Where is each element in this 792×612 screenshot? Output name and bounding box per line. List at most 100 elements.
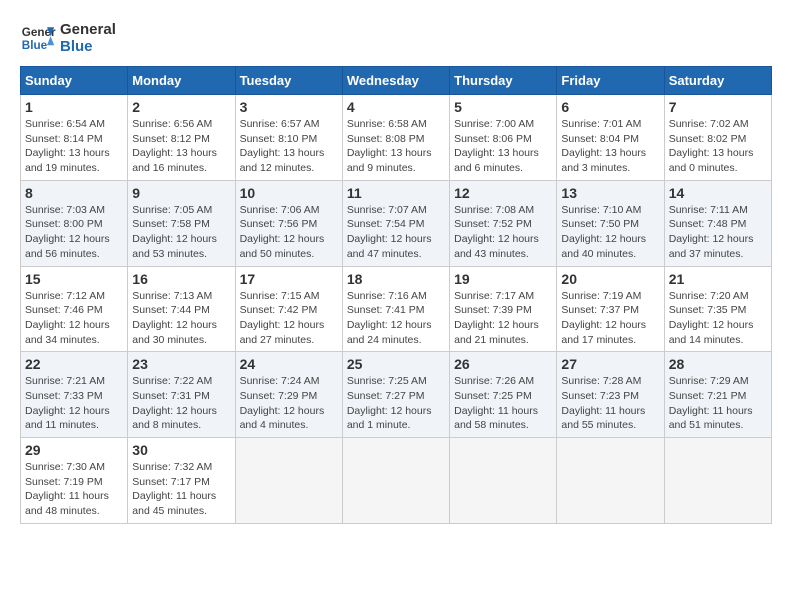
day-info: Sunrise: 7:19 AMSunset: 7:37 PMDaylight:… [561, 289, 659, 348]
day-number: 10 [240, 185, 338, 201]
day-number: 18 [347, 271, 445, 287]
day-number: 20 [561, 271, 659, 287]
calendar-cell: 3Sunrise: 6:57 AMSunset: 8:10 PMDaylight… [235, 95, 342, 181]
calendar-cell [557, 438, 664, 524]
calendar-cell: 18 Sunrise: 7:16 AMSunset: 7:41 PMDayligh… [342, 266, 449, 352]
calendar-cell: 12Sunrise: 7:08 AMSunset: 7:52 PMDayligh… [450, 180, 557, 266]
day-info: Sunrise: 7:11 AMSunset: 7:48 PMDaylight:… [669, 203, 767, 262]
calendar-cell: 26 Sunrise: 7:26 AMSunset: 7:25 PMDayligh… [450, 352, 557, 438]
calendar-cell: 17Sunrise: 7:15 AMSunset: 7:42 PMDayligh… [235, 266, 342, 352]
logo-blue: Blue [60, 38, 116, 55]
day-info: Sunrise: 7:24 AMSunset: 7:29 PMDaylight:… [240, 374, 338, 433]
day-info: Sunrise: 7:22 AMSunset: 7:31 PMDaylight:… [132, 374, 230, 433]
day-info: Sunrise: 7:10 AMSunset: 7:50 PMDaylight:… [561, 203, 659, 262]
day-number: 7 [669, 99, 767, 115]
day-info: Sunrise: 7:32 AMSunset: 7:17 PMDaylight:… [132, 460, 230, 519]
calendar-cell [342, 438, 449, 524]
svg-text:Blue: Blue [22, 39, 48, 52]
day-number: 23 [132, 356, 230, 372]
day-number: 25 [347, 356, 445, 372]
calendar-cell: 14 Sunrise: 7:11 AMSunset: 7:48 PMDayligh… [664, 180, 771, 266]
day-number: 27 [561, 356, 659, 372]
weekday-header-sunday: Sunday [21, 67, 128, 95]
calendar-cell: 24 Sunrise: 7:24 AMSunset: 7:29 PMDayligh… [235, 352, 342, 438]
calendar-cell: 28Sunrise: 7:29 AMSunset: 7:21 PMDayligh… [664, 352, 771, 438]
week-row-3: 15 Sunrise: 7:12 AMSunset: 7:46 PMDayligh… [21, 266, 772, 352]
header: General Blue General Blue [20, 20, 772, 56]
day-number: 4 [347, 99, 445, 115]
day-info: Sunrise: 7:03 AMSunset: 8:00 PMDaylight:… [25, 203, 123, 262]
day-info: Sunrise: 6:58 AMSunset: 8:08 PMDaylight:… [347, 117, 445, 176]
day-info: Sunrise: 7:26 AMSunset: 7:25 PMDaylight:… [454, 374, 552, 433]
week-row-1: 1 Sunrise: 6:54 AMSunset: 8:14 PMDaylight… [21, 95, 772, 181]
day-number: 2 [132, 99, 230, 115]
day-info: Sunrise: 7:07 AMSunset: 7:54 PMDaylight:… [347, 203, 445, 262]
day-number: 8 [25, 185, 123, 201]
calendar-cell: 4 Sunrise: 6:58 AMSunset: 8:08 PMDaylight… [342, 95, 449, 181]
day-number: 6 [561, 99, 659, 115]
weekday-header-wednesday: Wednesday [342, 67, 449, 95]
day-info: Sunrise: 7:13 AMSunset: 7:44 PMDaylight:… [132, 289, 230, 348]
calendar-cell: 19Sunrise: 7:17 AMSunset: 7:39 PMDayligh… [450, 266, 557, 352]
day-info: Sunrise: 7:08 AMSunset: 7:52 PMDaylight:… [454, 203, 552, 262]
day-number: 21 [669, 271, 767, 287]
day-number: 11 [347, 185, 445, 201]
day-number: 1 [25, 99, 123, 115]
day-info: Sunrise: 7:02 AMSunset: 8:02 PMDaylight:… [669, 117, 767, 176]
day-info: Sunrise: 7:28 AMSunset: 7:23 PMDaylight:… [561, 374, 659, 433]
week-row-5: 29Sunrise: 7:30 AMSunset: 7:19 PMDayligh… [21, 438, 772, 524]
weekday-header-tuesday: Tuesday [235, 67, 342, 95]
day-number: 22 [25, 356, 123, 372]
calendar-cell: 5Sunrise: 7:00 AMSunset: 8:06 PMDaylight… [450, 95, 557, 181]
calendar-cell: 25Sunrise: 7:25 AMSunset: 7:27 PMDayligh… [342, 352, 449, 438]
day-info: Sunrise: 6:56 AMSunset: 8:12 PMDaylight:… [132, 117, 230, 176]
day-number: 29 [25, 442, 123, 458]
day-info: Sunrise: 7:01 AMSunset: 8:04 PMDaylight:… [561, 117, 659, 176]
calendar-cell: 9 Sunrise: 7:05 AMSunset: 7:58 PMDaylight… [128, 180, 235, 266]
calendar-cell: 29Sunrise: 7:30 AMSunset: 7:19 PMDayligh… [21, 438, 128, 524]
day-number: 30 [132, 442, 230, 458]
weekday-header-monday: Monday [128, 67, 235, 95]
weekday-header-thursday: Thursday [450, 67, 557, 95]
day-number: 15 [25, 271, 123, 287]
day-number: 5 [454, 99, 552, 115]
weekday-header-row: SundayMondayTuesdayWednesdayThursdayFrid… [21, 67, 772, 95]
day-number: 17 [240, 271, 338, 287]
day-number: 14 [669, 185, 767, 201]
logo-general: General [60, 21, 116, 38]
calendar-cell: 22 Sunrise: 7:21 AMSunset: 7:33 PMDayligh… [21, 352, 128, 438]
calendar-cell [235, 438, 342, 524]
calendar-cell: 13 Sunrise: 7:10 AMSunset: 7:50 PMDayligh… [557, 180, 664, 266]
day-info: Sunrise: 7:16 AMSunset: 7:41 PMDaylight:… [347, 289, 445, 348]
week-row-4: 22 Sunrise: 7:21 AMSunset: 7:33 PMDayligh… [21, 352, 772, 438]
logo-icon: General Blue [20, 20, 56, 56]
calendar-cell: 8 Sunrise: 7:03 AMSunset: 8:00 PMDaylight… [21, 180, 128, 266]
calendar-cell: 2 Sunrise: 6:56 AMSunset: 8:12 PMDaylight… [128, 95, 235, 181]
calendar-cell: 10 Sunrise: 7:06 AMSunset: 7:56 PMDayligh… [235, 180, 342, 266]
day-info: Sunrise: 7:06 AMSunset: 7:56 PMDaylight:… [240, 203, 338, 262]
day-number: 16 [132, 271, 230, 287]
day-number: 9 [132, 185, 230, 201]
day-info: Sunrise: 7:05 AMSunset: 7:58 PMDaylight:… [132, 203, 230, 262]
day-number: 26 [454, 356, 552, 372]
day-number: 19 [454, 271, 552, 287]
day-info: Sunrise: 6:54 AMSunset: 8:14 PMDaylight:… [25, 117, 123, 176]
calendar-cell [450, 438, 557, 524]
day-info: Sunrise: 7:12 AMSunset: 7:46 PMDaylight:… [25, 289, 123, 348]
calendar-cell: 23 Sunrise: 7:22 AMSunset: 7:31 PMDayligh… [128, 352, 235, 438]
day-info: Sunrise: 7:21 AMSunset: 7:33 PMDaylight:… [25, 374, 123, 433]
day-number: 13 [561, 185, 659, 201]
weekday-header-friday: Friday [557, 67, 664, 95]
calendar-cell: 6 Sunrise: 7:01 AMSunset: 8:04 PMDaylight… [557, 95, 664, 181]
calendar-cell: 11 Sunrise: 7:07 AMSunset: 7:54 PMDayligh… [342, 180, 449, 266]
day-number: 24 [240, 356, 338, 372]
day-info: Sunrise: 7:20 AMSunset: 7:35 PMDaylight:… [669, 289, 767, 348]
calendar-cell: 7 Sunrise: 7:02 AMSunset: 8:02 PMDaylight… [664, 95, 771, 181]
logo: General Blue General Blue [20, 20, 116, 56]
weekday-header-saturday: Saturday [664, 67, 771, 95]
calendar-cell [664, 438, 771, 524]
calendar-cell: 20 Sunrise: 7:19 AMSunset: 7:37 PMDayligh… [557, 266, 664, 352]
calendar-cell: 1 Sunrise: 6:54 AMSunset: 8:14 PMDaylight… [21, 95, 128, 181]
week-row-2: 8 Sunrise: 7:03 AMSunset: 8:00 PMDaylight… [21, 180, 772, 266]
day-number: 28 [669, 356, 767, 372]
